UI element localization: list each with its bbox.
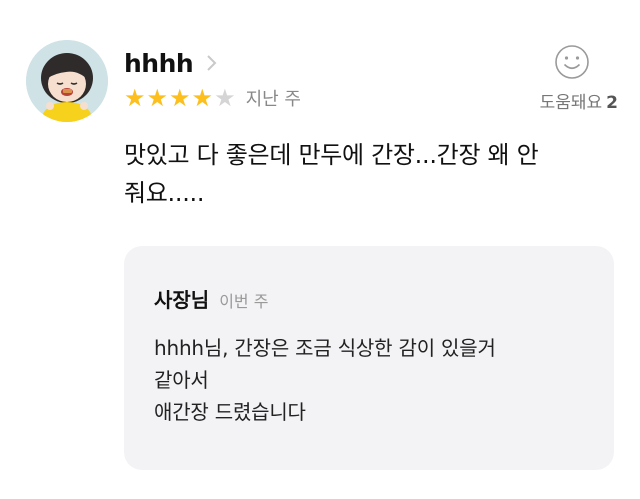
helpful-count: 2 (606, 93, 618, 113)
rating-row: ★ ★ ★ ★ ★ 지난 주 (124, 84, 301, 112)
helpful-label: 도움돼요 2 (540, 88, 618, 113)
star-icon: ★ (191, 84, 214, 112)
avatar[interactable] (26, 40, 108, 122)
owner-name: 사장님 (154, 288, 210, 312)
reply-text: hhhh님, 간장은 조금 식상한 감이 있을거 같아서 애간장 드렸습니다 (154, 336, 496, 424)
star-icon: ★ (146, 84, 169, 112)
avatar-image (26, 40, 108, 122)
review-text: 맛있고 다 좋은데 만두에 간장...간장 왜 안 줘요..... (124, 141, 539, 207)
star-icon: ★ (169, 84, 191, 112)
star-rating: ★ ★ ★ ★ ★ (124, 86, 236, 110)
reply-header: 사장님 이번 주 (154, 284, 268, 313)
review-card: hhhh ★ ★ ★ ★ ★ 지난 주 도움돼요 2 맛있고 다 좋은데 만두에 간장..… (0, 0, 640, 499)
author-row[interactable]: hhhh (124, 46, 219, 80)
chevron-right-icon[interactable] (205, 53, 219, 73)
review-date: 지난 주 (245, 89, 301, 110)
helpful-text: 도움돼요 (539, 93, 603, 113)
author-name[interactable]: hhhh (124, 49, 194, 78)
star-icon: ★ (124, 84, 146, 112)
star-icon: ★ (214, 84, 236, 112)
owner-reply: 사장님 이번 주 hhhh님, 간장은 조금 식상한 감이 있을거 같아서 애간… (124, 246, 614, 470)
smile-icon (555, 45, 589, 79)
reply-date: 이번 주 (219, 292, 269, 311)
